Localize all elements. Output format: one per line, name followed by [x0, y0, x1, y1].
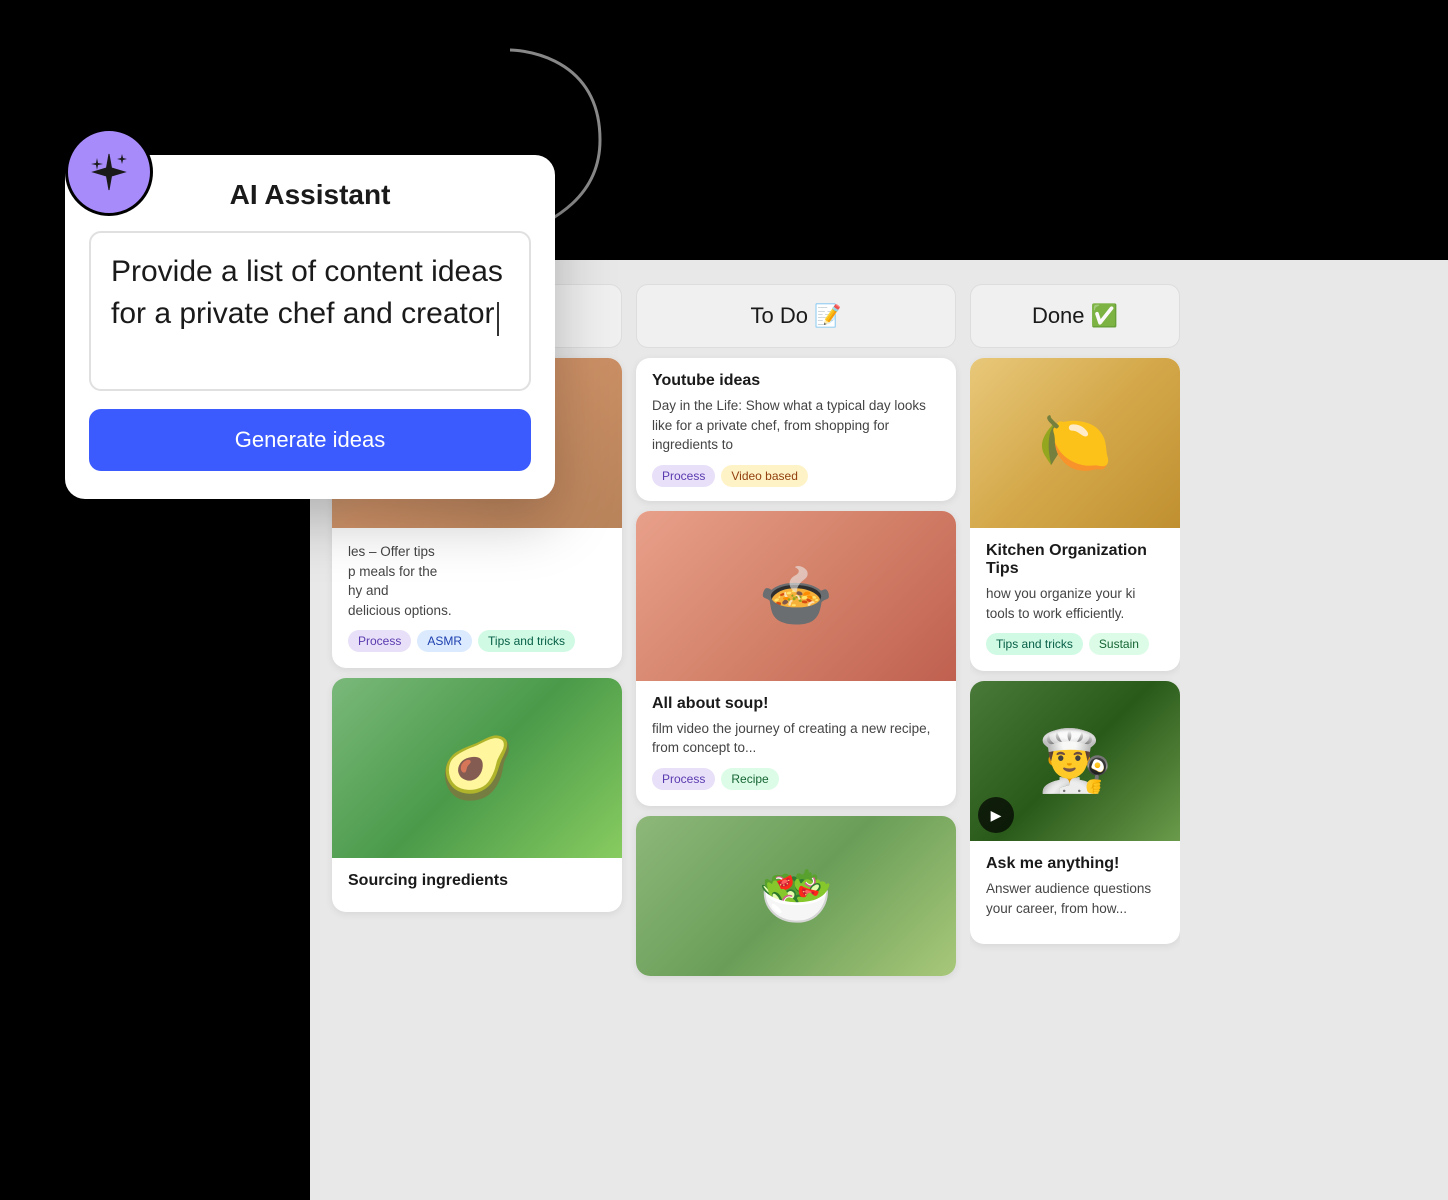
ai-card-title: AI Assistant	[89, 179, 531, 211]
tag-process: Process	[348, 630, 411, 652]
soup-card-title: All about soup!	[652, 695, 940, 713]
column-done: Done ✅ Kitchen Organization Tips how you…	[970, 284, 1180, 1184]
youtube-card-desc: Day in the Life: Show what a typical day…	[652, 396, 940, 455]
chef-card-title: Ask me anything!	[986, 855, 1164, 873]
column-header-todo: To Do 📝	[636, 284, 956, 348]
generate-ideas-button[interactable]: Generate ideas	[89, 409, 531, 471]
card-body-2: Sourcing ingredients	[332, 858, 622, 912]
tag-video-based: Video based	[721, 465, 808, 487]
card-body: les – Offer tipsp meals for thehy anddel…	[332, 528, 622, 668]
card-desc: les – Offer tipsp meals for thehy anddel…	[348, 542, 606, 620]
kitchen-card-body: Kitchen Organization Tips how you organi…	[970, 528, 1180, 671]
youtube-card-tags: Process Video based	[652, 465, 940, 487]
ai-assistant-card: AI Assistant Provide a list of content i…	[65, 155, 555, 499]
soup-card-desc: film video the journey of creating a new…	[652, 719, 940, 758]
card-tags: Process ASMR Tips and tricks	[348, 630, 606, 652]
todo-card-youtube: Youtube ideas Day in the Life: Show what…	[636, 358, 956, 501]
planned-card-2: Sourcing ingredients	[332, 678, 622, 912]
ai-input-area[interactable]: Provide a list of content ideas for a pr…	[89, 231, 531, 391]
tag-asmr: ASMR	[417, 630, 472, 652]
tag-recipe: Recipe	[721, 768, 778, 790]
done-card-chef: ▶ Ask me anything! Answer audience quest…	[970, 681, 1180, 944]
chef-card-body: Ask me anything! Answer audience questio…	[970, 841, 1180, 944]
tag-tips-2: Tips and tricks	[986, 633, 1083, 655]
card-image-soup	[636, 511, 956, 681]
chef-card-img-wrapper: ▶	[970, 681, 1180, 841]
soup-card-tags: Process Recipe	[652, 768, 940, 790]
todo-card-soup: All about soup! film video the journey o…	[636, 511, 956, 806]
kitchen-card-tags: Tips and tricks Sustain	[986, 633, 1164, 655]
kitchen-card-title: Kitchen Organization Tips	[986, 542, 1164, 578]
card-image-cutting	[970, 358, 1180, 528]
tag-tips-tricks: Tips and tricks	[478, 630, 575, 652]
column-todo: To Do 📝 Youtube ideas Day in the Life: S…	[636, 284, 956, 1184]
ai-icon-circle[interactable]	[65, 128, 153, 216]
ai-prompt-text: Provide a list of content ideas for a pr…	[111, 255, 503, 330]
youtube-card-title: Youtube ideas	[652, 372, 940, 390]
column-header-done: Done ✅	[970, 284, 1180, 348]
tag-process-2: Process	[652, 465, 715, 487]
sparkle-icon	[87, 150, 131, 194]
todo-card-salad	[636, 816, 956, 976]
done-card-kitchen: Kitchen Organization Tips how you organi…	[970, 358, 1180, 671]
kitchen-card-desc: how you organize your ki tools to work e…	[986, 584, 1164, 623]
card-title: Sourcing ingredients	[348, 872, 606, 890]
chef-card-desc: Answer audience questions your career, f…	[986, 879, 1164, 918]
text-cursor	[497, 302, 499, 336]
soup-card-body: All about soup! film video the journey o…	[636, 681, 956, 806]
tag-process-3: Process	[652, 768, 715, 790]
card-image-salad	[636, 816, 956, 976]
video-badge: ▶	[978, 797, 1014, 833]
tag-sustain: Sustain	[1089, 633, 1149, 655]
card-image-avocado	[332, 678, 622, 858]
